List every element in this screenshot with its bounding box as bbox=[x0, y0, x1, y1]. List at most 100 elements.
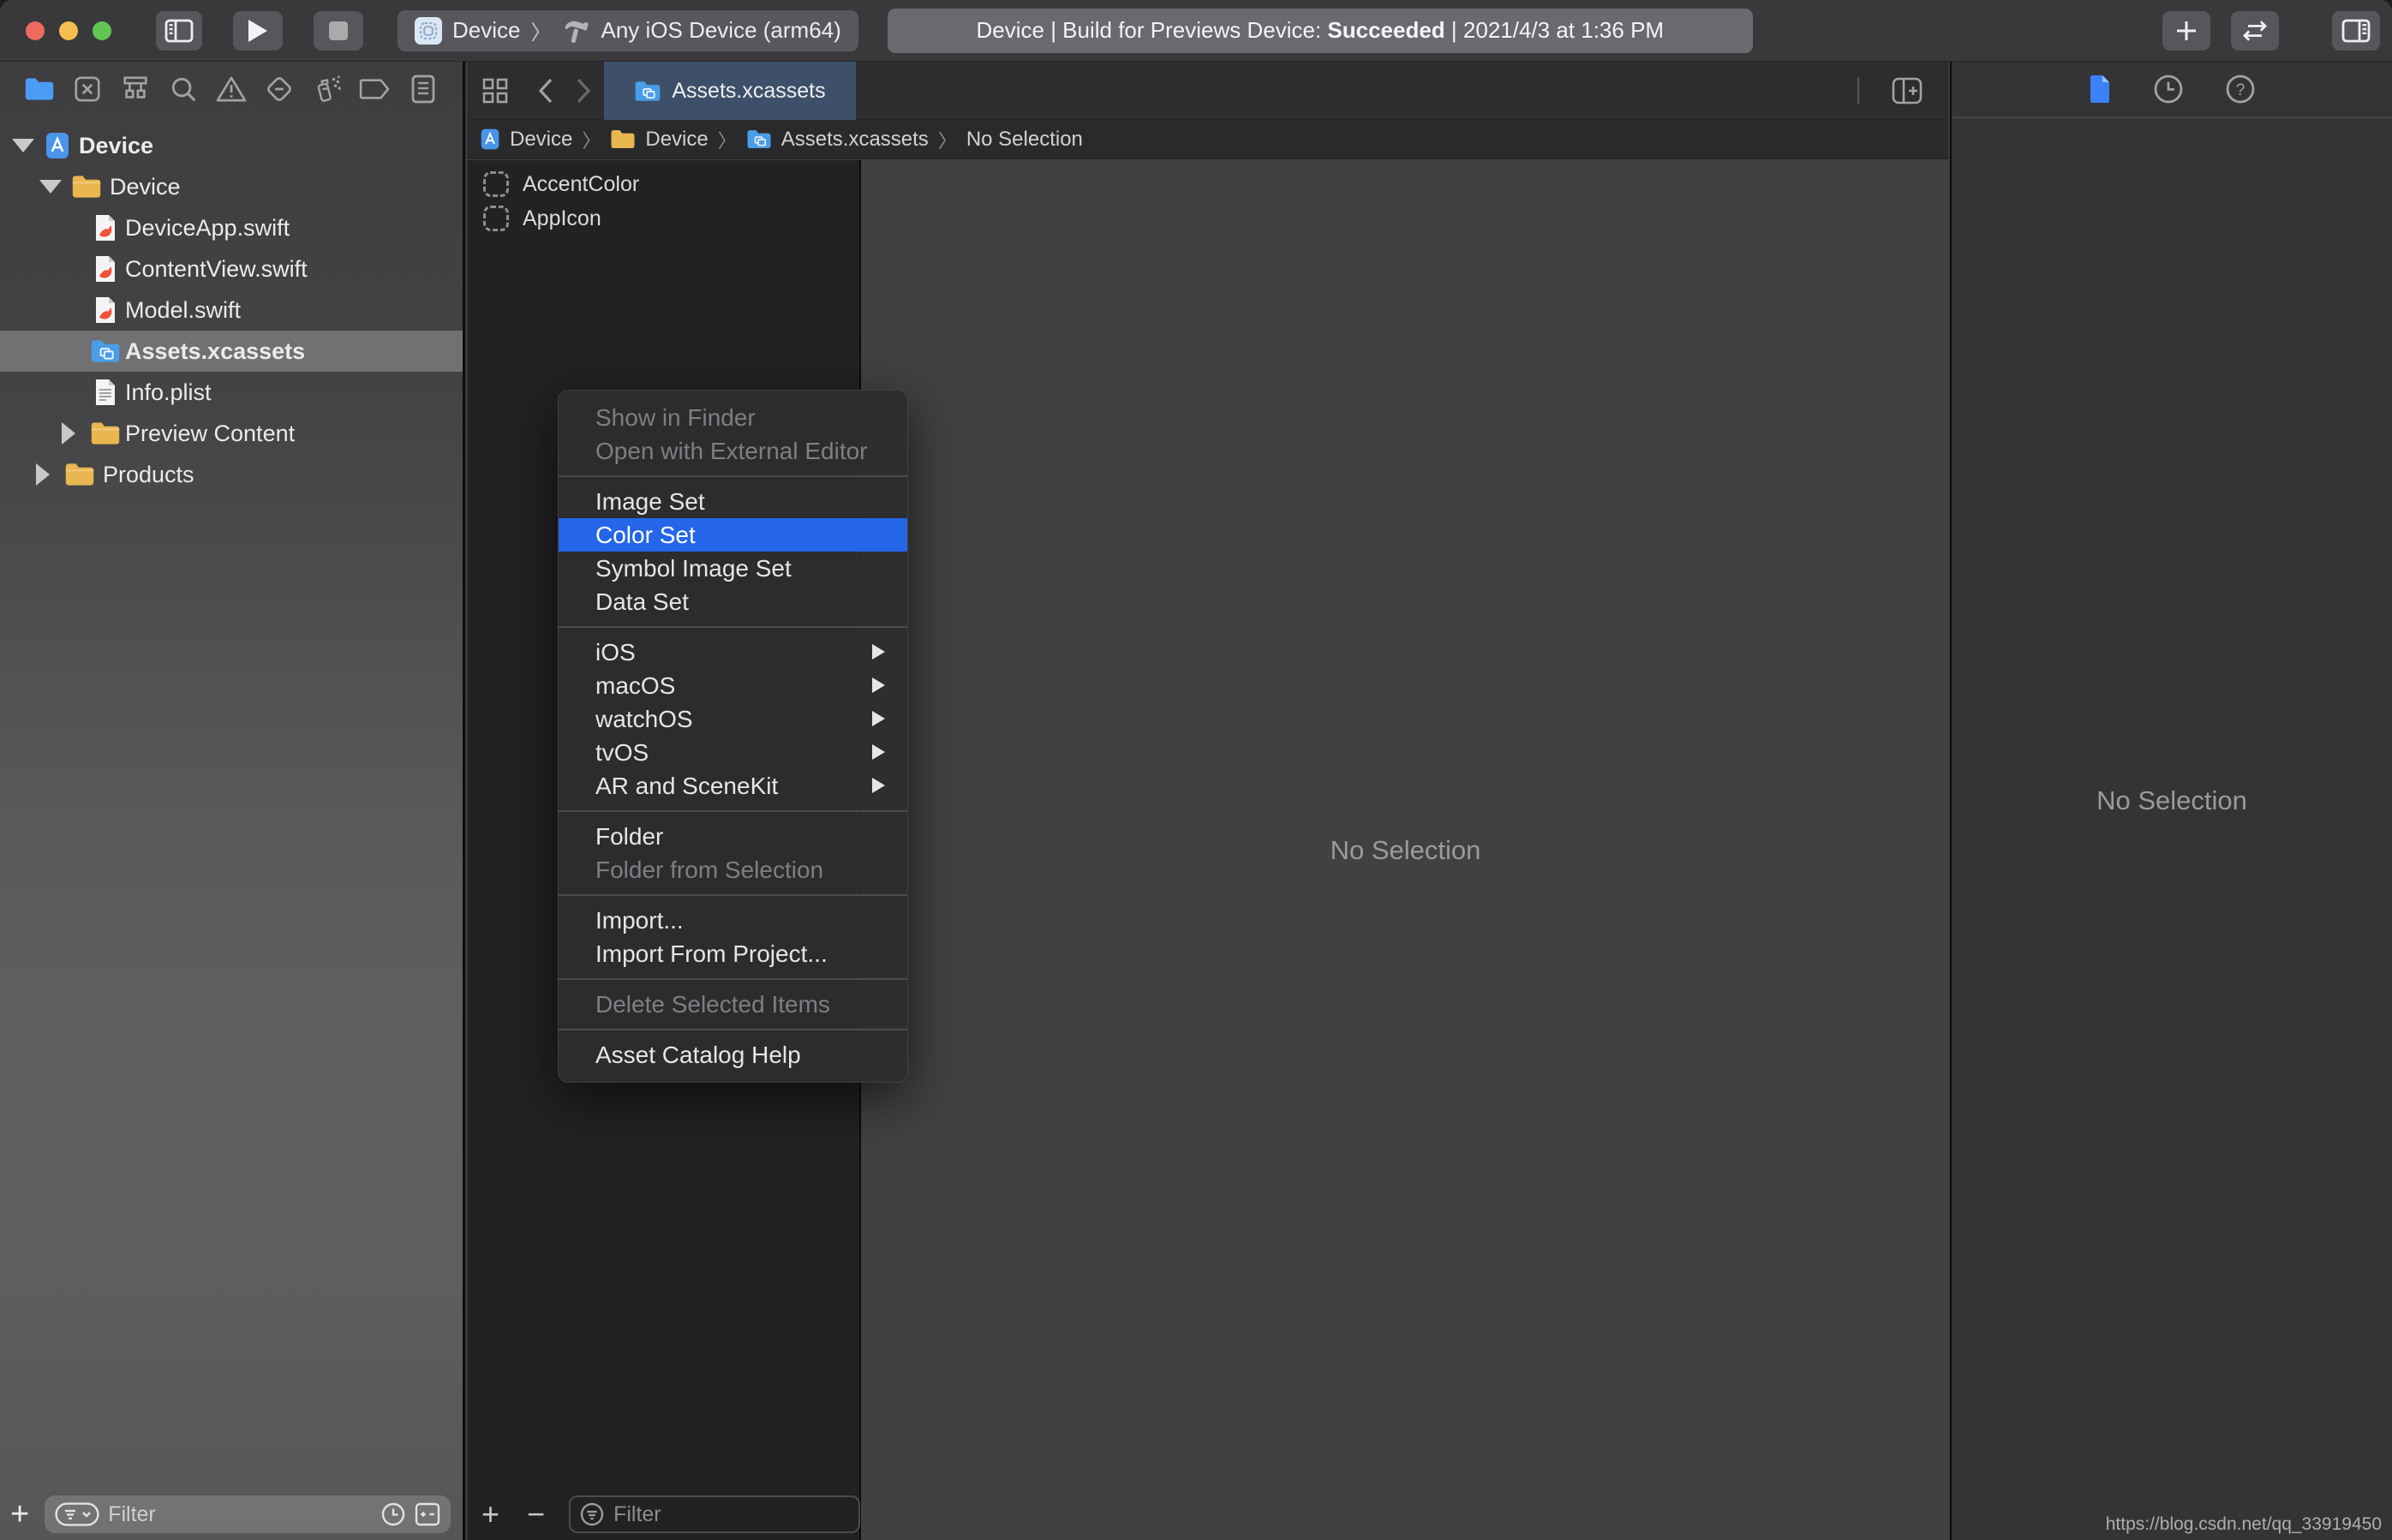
asset-filter-field[interactable] bbox=[569, 1495, 861, 1533]
forward-chevron-icon[interactable] bbox=[567, 74, 601, 108]
menu-item-image-set[interactable]: Image Set bbox=[559, 485, 907, 518]
tree-row-contentview-swift[interactable]: ContentView.swift bbox=[0, 248, 463, 289]
menu-item-folder[interactable]: Folder bbox=[559, 820, 907, 853]
scheme-destination-label: Any iOS Device (arm64) bbox=[601, 17, 841, 43]
menu-item-macos[interactable]: macOS bbox=[559, 669, 907, 702]
submenu-arrow-icon bbox=[872, 644, 885, 660]
breadcrumb-chevron: 〉 bbox=[582, 129, 601, 152]
recent-files-clock-icon[interactable] bbox=[380, 1501, 406, 1527]
menu-item-data-set[interactable]: Data Set bbox=[559, 585, 907, 618]
inspectors-toggle-button[interactable] bbox=[2332, 11, 2380, 51]
window-controls bbox=[26, 21, 111, 40]
menu-item-symbol-image-set[interactable]: Symbol Image Set bbox=[559, 552, 907, 585]
navigator-filter-field[interactable] bbox=[45, 1495, 451, 1533]
submenu-arrow-icon bbox=[872, 778, 885, 793]
asset-label: AppIcon bbox=[523, 206, 601, 230]
navigator-filter-bar: + bbox=[0, 1489, 463, 1540]
empty-asset-icon bbox=[483, 171, 509, 197]
empty-asset-icon bbox=[483, 206, 509, 231]
tree-row-model-swift[interactable]: Model.swift bbox=[0, 289, 463, 331]
menu-item-tvos[interactable]: tvOS bbox=[559, 736, 907, 769]
menu-separator bbox=[559, 1029, 907, 1030]
zoom-window-button[interactable] bbox=[93, 21, 111, 40]
activity-view[interactable]: Device | Build for Previews Device: Succ… bbox=[887, 8, 1753, 53]
submenu-arrow-icon bbox=[872, 744, 885, 760]
disclosure-open-icon[interactable] bbox=[12, 139, 34, 152]
folder-icon bbox=[63, 460, 96, 489]
asset-filter-input[interactable] bbox=[613, 1501, 851, 1527]
disclosure-closed-icon[interactable] bbox=[62, 422, 75, 445]
jumpbar-segment-no-selection[interactable]: No Selection bbox=[966, 128, 1083, 152]
menu-separator bbox=[559, 475, 907, 477]
project-file-icon bbox=[480, 128, 500, 151]
disclosure-open-icon[interactable] bbox=[39, 180, 62, 194]
back-chevron-icon[interactable] bbox=[528, 74, 562, 108]
library-button[interactable] bbox=[2162, 11, 2210, 51]
tree-row-assets-xcassets-selected[interactable]: Assets.xcassets bbox=[0, 331, 463, 372]
tab-assets-xcassets[interactable]: Assets.xcassets bbox=[604, 62, 856, 120]
search-icon[interactable] bbox=[166, 72, 200, 106]
jumpbar-segment[interactable]: Device bbox=[645, 128, 708, 152]
tree-row-info-plist[interactable]: Info.plist bbox=[0, 372, 463, 413]
project-tree: Device Device DeviceApp.swift ContentVie… bbox=[0, 125, 463, 495]
project-file-icon bbox=[41, 131, 74, 160]
jumpbar-segment[interactable]: Device bbox=[510, 128, 572, 152]
submenu-arrow-icon bbox=[872, 711, 885, 726]
test-navigator-icon[interactable] bbox=[262, 72, 296, 106]
folder-icon bbox=[89, 419, 122, 448]
scheme-project-label: Device bbox=[452, 17, 521, 43]
run-button[interactable] bbox=[233, 10, 283, 51]
tree-row-products[interactable]: Products bbox=[0, 454, 463, 495]
source-control-status-icon[interactable] bbox=[415, 1502, 440, 1526]
toolbar: Device 〉 Any iOS Device (arm64) Device |… bbox=[0, 0, 2392, 62]
navigator-sidebar: Device Device DeviceApp.swift ContentVie… bbox=[0, 62, 465, 1540]
menu-item-import[interactable]: Import... bbox=[559, 904, 907, 937]
symbol-navigator-icon[interactable] bbox=[118, 72, 152, 106]
project-navigator-icon[interactable] bbox=[22, 72, 57, 106]
add-editor-icon[interactable] bbox=[1890, 74, 1924, 108]
menu-item-watchos[interactable]: watchOS bbox=[559, 702, 907, 736]
disclosure-closed-icon[interactable] bbox=[36, 463, 50, 486]
issue-navigator-icon[interactable] bbox=[214, 72, 248, 106]
asset-row-appicon[interactable]: AppIcon bbox=[468, 201, 859, 236]
menu-item-ar-and-scenekit[interactable]: AR and SceneKit bbox=[559, 769, 907, 803]
jumpbar-segment[interactable]: Assets.xcassets bbox=[781, 128, 929, 152]
tree-row-project-device[interactable]: Device bbox=[0, 125, 463, 166]
menu-item-color-set[interactable]: Color Set bbox=[559, 518, 907, 552]
report-navigator-icon[interactable] bbox=[406, 72, 440, 106]
code-review-button[interactable] bbox=[2231, 11, 2279, 51]
remove-asset-icon[interactable]: − bbox=[527, 1499, 545, 1530]
tree-row-folder-device[interactable]: Device bbox=[0, 166, 463, 207]
navigator-toggle-button[interactable] bbox=[156, 10, 202, 51]
source-control-icon[interactable] bbox=[70, 72, 105, 106]
toolbar-right-group bbox=[2162, 0, 2380, 62]
tree-label: Device bbox=[110, 173, 181, 200]
navigator-toggle-icon bbox=[164, 19, 194, 43]
menu-item-import-from-project[interactable]: Import From Project... bbox=[559, 937, 907, 970]
tree-label: Assets.xcassets bbox=[125, 337, 306, 364]
debug-navigator-icon[interactable] bbox=[310, 72, 344, 106]
menu-item-folder-from-selection: Folder from Selection bbox=[595, 857, 824, 883]
tree-row-preview-content[interactable]: Preview Content bbox=[0, 413, 463, 454]
scheme-selector[interactable]: Device 〉 Any iOS Device (arm64) bbox=[398, 9, 858, 51]
tree-row-deviceapp-swift[interactable]: DeviceApp.swift bbox=[0, 207, 463, 248]
asset-catalog-icon bbox=[89, 337, 122, 366]
navigator-filter-input[interactable] bbox=[108, 1501, 373, 1527]
menu-item-asset-catalog-help[interactable]: Asset Catalog Help bbox=[559, 1038, 907, 1071]
close-window-button[interactable] bbox=[26, 21, 45, 40]
minimize-window-button[interactable] bbox=[59, 21, 78, 40]
menu-item-ios[interactable]: iOS bbox=[559, 636, 907, 669]
folder-icon bbox=[70, 172, 103, 201]
related-items-icon[interactable] bbox=[478, 74, 512, 108]
filter-menu-icon[interactable] bbox=[55, 1502, 99, 1526]
breakpoint-navigator-icon[interactable] bbox=[358, 72, 392, 106]
menu-separator bbox=[559, 978, 907, 980]
tab-bar: Assets.xcassets bbox=[468, 62, 1948, 120]
editor-canvas: No Selection bbox=[863, 160, 1948, 1540]
asset-catalog-icon bbox=[634, 80, 661, 103]
asset-catalog-icon bbox=[746, 128, 772, 150]
add-asset-icon[interactable]: + bbox=[481, 1499, 499, 1530]
asset-row-accentcolor[interactable]: AccentColor bbox=[468, 167, 859, 201]
stop-button[interactable] bbox=[314, 10, 363, 51]
add-item-icon[interactable]: + bbox=[10, 1498, 29, 1531]
